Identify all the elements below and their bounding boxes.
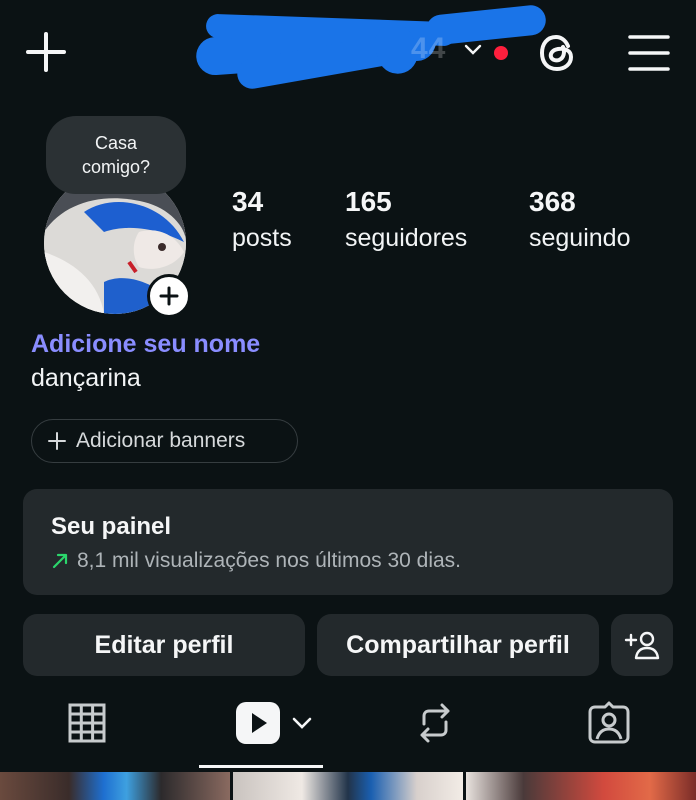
grid-icon [68,703,106,743]
add-name-link[interactable]: Adicione seu nome [31,330,260,359]
note-text-line2: comigo? [81,157,151,177]
account-switcher[interactable]: 44 [194,3,548,92]
post-thumbnail[interactable] [0,772,230,800]
professional-dashboard-card[interactable]: Seu painel 8,1 mil visualizações nos últ… [23,489,673,595]
stat-following-count: 368 [529,186,576,217]
chevron-down-icon [292,717,312,729]
stat-posts[interactable]: 34 posts [232,186,292,258]
notification-dot [494,46,508,60]
post-thumbnail[interactable] [233,772,463,800]
tab-tagged[interactable] [582,700,636,746]
selected-tab-indicator [199,765,323,768]
threads-icon [539,34,574,72]
plus-icon [159,286,179,306]
hamburger-menu-icon [628,35,670,71]
username-text: 44 [411,32,447,65]
edit-profile-button[interactable]: Editar perfil [23,614,305,676]
new-post-button[interactable] [24,30,68,74]
note-bubble[interactable]: Casa comigo? [46,116,186,194]
dashboard-subtitle-text: 8,1 mil visualizações nos últimos 30 dia… [77,549,462,572]
stat-followers-label: seguidores [345,224,468,252]
chevron-down-icon [464,44,482,55]
discover-people-button[interactable] [611,614,673,676]
add-story-button[interactable] [147,274,191,318]
add-person-icon [624,631,660,660]
stat-followers-count: 165 [345,186,392,217]
threads-button[interactable] [534,30,580,76]
stat-following[interactable]: 368 seguindo [529,186,630,258]
plus-icon [48,432,66,450]
repost-icon [420,703,450,743]
stat-posts-count: 34 [232,186,264,217]
stat-posts-label: posts [232,224,292,252]
post-thumbnail[interactable] [466,772,696,800]
stat-followers[interactable]: 165 seguidores [345,186,467,258]
note-text-line1: Casa [94,133,137,153]
share-profile-button[interactable]: Compartilhar perfil [317,614,599,676]
dashboard-title: Seu painel [51,513,172,540]
tab-posts-grid[interactable] [60,700,114,746]
tab-reposts[interactable] [408,700,462,746]
menu-button[interactable] [628,34,670,72]
bio-text: dançarina [31,364,141,392]
reels-icon [236,702,280,744]
trend-up-icon [52,553,68,569]
plus-icon [26,32,66,72]
tab-reels[interactable] [224,700,324,746]
add-banners-button[interactable]: Adicionar banners [31,419,298,463]
stat-following-label: seguindo [529,224,631,252]
add-banners-label: Adicionar banners [76,429,246,452]
dashboard-subtitle: 8,1 mil visualizações nos últimos 30 dia… [51,549,461,573]
tagged-icon [588,701,630,744]
